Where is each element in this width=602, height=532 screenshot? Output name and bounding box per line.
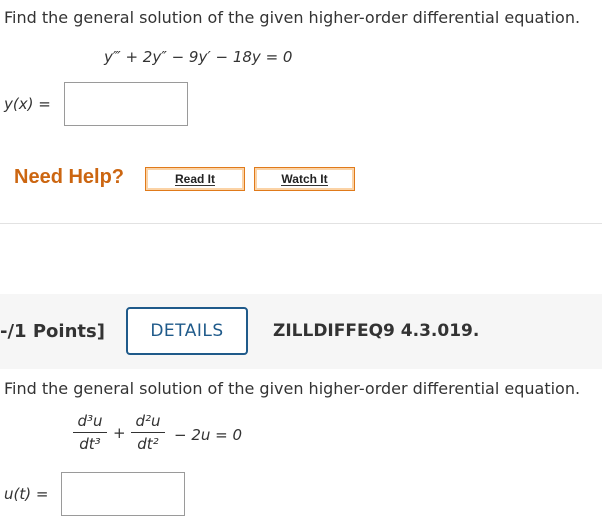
answer-input-2[interactable] (61, 472, 185, 516)
fraction-bar (131, 432, 165, 433)
fraction-numerator: d²u (135, 412, 161, 430)
answer-label-2: u(t) = (4, 485, 49, 503)
need-help-label: Need Help? (14, 166, 125, 188)
answer-label: y(x) = (4, 95, 51, 113)
fraction-numerator: d³u (77, 412, 103, 430)
question-prompt: Find the general solution of the given h… (4, 8, 581, 27)
watch-it-label: Watch It (281, 171, 328, 186)
answer-input[interactable] (64, 82, 188, 126)
fraction-third-derivative: d³u dt³ (73, 412, 107, 453)
question-prompt-2: Find the general solution of the given h… (4, 379, 581, 398)
read-it-button[interactable]: Read It (145, 167, 245, 191)
read-it-label: Read It (174, 171, 215, 186)
details-button[interactable]: DETAILS (126, 307, 248, 355)
fraction-denominator: dt² (137, 435, 159, 453)
section-divider (0, 223, 602, 224)
plus-sign: + (113, 424, 126, 442)
fraction-bar (73, 432, 107, 433)
equation-remainder: − 2u = 0 (174, 426, 243, 444)
points-label: -/1 Points] (0, 321, 105, 342)
details-label: DETAILS (150, 321, 224, 341)
problem-id: ZILLDIFFEQ9 4.3.019. (273, 321, 480, 341)
watch-it-button[interactable]: Watch It (254, 167, 355, 191)
differential-equation: y‴ + 2y″ − 9y′ − 18y = 0 (104, 48, 293, 66)
fraction-denominator: dt³ (79, 435, 101, 453)
fraction-second-derivative: d²u dt² (131, 412, 165, 453)
